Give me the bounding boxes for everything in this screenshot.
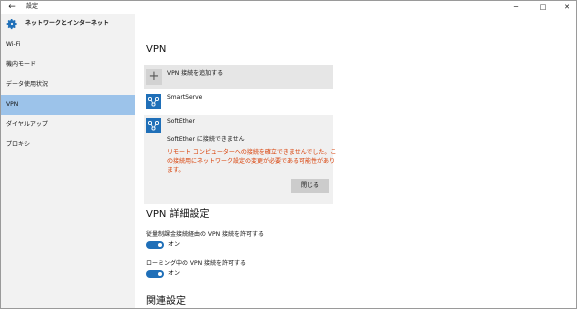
vpn-connection-smartserve[interactable]: SmartServe — [144, 91, 333, 113]
gear-icon — [6, 19, 17, 30]
toggle-knob — [158, 272, 162, 276]
sidebar-item-data-usage[interactable]: データ使用状況 — [1, 75, 135, 95]
main-content: VPN + VPN 接続を追加する SmartServe SoftEther S… — [135, 14, 576, 308]
sidebar-item-dialup[interactable]: ダイヤルアップ — [1, 115, 135, 135]
advanced-settings-title: VPN 詳細設定 — [146, 209, 210, 220]
sidebar-item-proxy[interactable]: プロキシ — [1, 135, 135, 155]
sidebar-item-vpn[interactable]: VPN — [1, 95, 135, 115]
roaming-vpn-state: オン — [168, 270, 181, 277]
sidebar-header-title: ネットワークとインターネット — [25, 20, 110, 27]
settings-window: ← 設定 ─ □ ✕ ネットワークとインターネット Wi-Fi 機内モード デー… — [0, 0, 577, 309]
metered-vpn-label: 従量制課金接続経由の VPN 接続を許可する — [146, 231, 265, 238]
add-vpn-button[interactable]: + VPN 接続を追加する — [144, 65, 333, 89]
sidebar-item-airplane-mode[interactable]: 機内モード — [1, 55, 135, 75]
back-arrow-icon[interactable]: ← — [7, 2, 17, 12]
connection-name: SmartServe — [167, 94, 203, 101]
roaming-vpn-toggle[interactable] — [146, 270, 164, 278]
close-window-button[interactable]: ✕ — [557, 1, 576, 14]
add-vpn-label: VPN 接続を追加する — [167, 70, 224, 77]
metered-vpn-state: オン — [168, 241, 181, 248]
plus-icon-box: + — [146, 69, 162, 85]
sidebar-header: ネットワークとインターネット — [1, 14, 135, 36]
related-settings-title: 関連設定 — [146, 296, 186, 307]
page-title: VPN — [146, 44, 167, 55]
vpn-connection-softether[interactable]: SoftEther SoftEther に接続できません リモート コンピュータ… — [144, 115, 336, 204]
vpn-network-icon — [146, 118, 161, 133]
maximize-button[interactable]: □ — [533, 1, 553, 14]
window-title: 設定 — [26, 3, 39, 10]
metered-vpn-toggle[interactable] — [146, 241, 164, 249]
connection-name: SoftEther — [167, 118, 195, 125]
connection-error-message: リモート コンピューターへの接続を確立できませんでした。この接続用にネットワーク… — [167, 149, 337, 174]
close-button[interactable]: 閉じる — [291, 179, 329, 193]
connection-status: SoftEther に接続できません — [167, 136, 245, 143]
minimize-button[interactable]: ─ — [506, 1, 526, 14]
sidebar: ネットワークとインターネット Wi-Fi 機内モード データ使用状況 VPN ダ… — [1, 14, 135, 308]
title-bar: ← 設定 ─ □ ✕ — [1, 1, 576, 14]
vpn-network-icon — [146, 94, 161, 109]
plus-icon: + — [148, 69, 160, 84]
toggle-knob — [158, 243, 162, 247]
roaming-vpn-label: ローミング中の VPN 接続を許可する — [146, 260, 247, 267]
sidebar-item-wifi[interactable]: Wi-Fi — [1, 35, 135, 55]
